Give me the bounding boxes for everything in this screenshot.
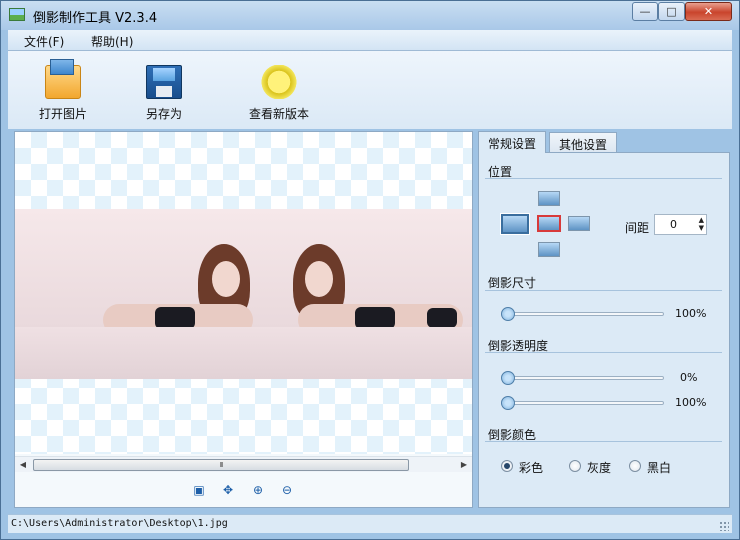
file-path-status: C:\Users\Administrator\Desktop\1.jpg bbox=[11, 518, 228, 529]
spin-arrows[interactable]: ▲ ▼ bbox=[699, 216, 704, 232]
scroll-grip: III bbox=[219, 461, 223, 469]
title-bar: 倒影制作工具 V2.3.4 — □ ✕ bbox=[1, 1, 739, 30]
image-preview[interactable] bbox=[15, 132, 472, 454]
save-disk-icon bbox=[146, 65, 182, 99]
opacity-end-slider[interactable] bbox=[501, 396, 664, 410]
spin-down-icon[interactable]: ▼ bbox=[699, 224, 704, 232]
reflection-size-value: 100% bbox=[675, 307, 707, 320]
position-bottom-button[interactable] bbox=[538, 242, 560, 257]
slider-thumb[interactable] bbox=[501, 307, 515, 321]
zoom-toolbar: ▣ ✥ ⊕ ⊖ bbox=[15, 478, 472, 506]
close-button[interactable]: ✕ bbox=[685, 2, 732, 21]
scroll-right-arrow[interactable]: ▶ bbox=[458, 458, 470, 471]
minimize-button[interactable]: — bbox=[632, 2, 658, 21]
spacing-spinbox[interactable]: 0 ▲ ▼ bbox=[654, 214, 707, 235]
photo-with-reflection bbox=[15, 209, 472, 379]
zoom-in-icon[interactable]: ⊕ bbox=[250, 482, 266, 498]
save-as-label: 另存为 bbox=[145, 107, 182, 121]
window-title: 倒影制作工具 V2.3.4 bbox=[33, 11, 158, 26]
position-left-button[interactable] bbox=[500, 213, 530, 235]
spacing-value: 0 bbox=[670, 218, 677, 231]
menu-bar: 文件(F) 帮助(H) bbox=[8, 30, 732, 51]
position-right-button[interactable] bbox=[568, 216, 590, 231]
opacity-end-value: 100% bbox=[675, 396, 707, 409]
zoom-out-icon[interactable]: ⊖ bbox=[279, 482, 295, 498]
maximize-button[interactable]: □ bbox=[658, 2, 685, 21]
position-center-button[interactable] bbox=[537, 215, 561, 232]
app-icon bbox=[9, 8, 25, 21]
scroll-left-arrow[interactable]: ◀ bbox=[17, 458, 29, 471]
menu-help[interactable]: 帮助(H) bbox=[91, 33, 133, 50]
menu-file[interactable]: 文件(F) bbox=[24, 33, 64, 50]
position-top-button[interactable] bbox=[538, 191, 560, 206]
open-folder-icon bbox=[45, 59, 81, 99]
tab-general[interactable]: 常规设置 bbox=[478, 131, 547, 153]
tab-other[interactable]: 其他设置 bbox=[549, 132, 618, 153]
radio-blackwhite[interactable] bbox=[629, 460, 641, 472]
opacity-start-slider[interactable] bbox=[501, 371, 664, 385]
save-as-button[interactable]: 另存为 bbox=[142, 55, 186, 122]
scroll-thumb[interactable]: III bbox=[33, 459, 409, 471]
reflection-size-slider[interactable] bbox=[501, 307, 664, 321]
settings-panel: 常规设置 其他设置 位置 间距 0 ▲ ▼ 倒影尺寸 100% 倒影透明度 0%… bbox=[478, 131, 731, 508]
update-badge-icon bbox=[261, 65, 297, 99]
open-image-button[interactable]: 打开图片 bbox=[38, 55, 88, 122]
slider-thumb[interactable] bbox=[501, 371, 515, 385]
spin-up-icon[interactable]: ▲ bbox=[699, 216, 704, 224]
canvas-panel: ◀ III ▶ ▣ ✥ ⊕ ⊖ bbox=[14, 131, 473, 508]
radio-color[interactable] bbox=[501, 460, 513, 472]
fit-window-icon[interactable]: ▣ bbox=[191, 482, 207, 498]
spacing-label: 间距 bbox=[625, 221, 650, 235]
main-window: 倒影制作工具 V2.3.4 — □ ✕ 文件(F) 帮助(H) 打开图片 另存为… bbox=[0, 0, 740, 540]
opacity-start-value: 0% bbox=[680, 371, 698, 384]
resize-grip-icon[interactable] bbox=[719, 521, 729, 531]
slider-thumb[interactable] bbox=[501, 396, 515, 410]
open-image-label: 打开图片 bbox=[38, 107, 87, 121]
horizontal-scrollbar[interactable]: ◀ III ▶ bbox=[15, 456, 472, 472]
check-update-label: 查看新版本 bbox=[248, 107, 309, 121]
toolbar: 打开图片 另存为 查看新版本 bbox=[8, 51, 732, 129]
actual-size-icon[interactable]: ✥ bbox=[220, 482, 236, 498]
reflection-size-title: 倒影尺寸 bbox=[488, 276, 537, 290]
status-bar: C:\Users\Administrator\Desktop\1.jpg bbox=[8, 514, 732, 533]
check-update-button[interactable]: 查看新版本 bbox=[246, 55, 312, 122]
general-settings-body: 位置 间距 0 ▲ ▼ 倒影尺寸 100% 倒影透明度 0% 100% 倒影颜色… bbox=[478, 152, 730, 508]
radio-grayscale[interactable] bbox=[569, 460, 581, 472]
